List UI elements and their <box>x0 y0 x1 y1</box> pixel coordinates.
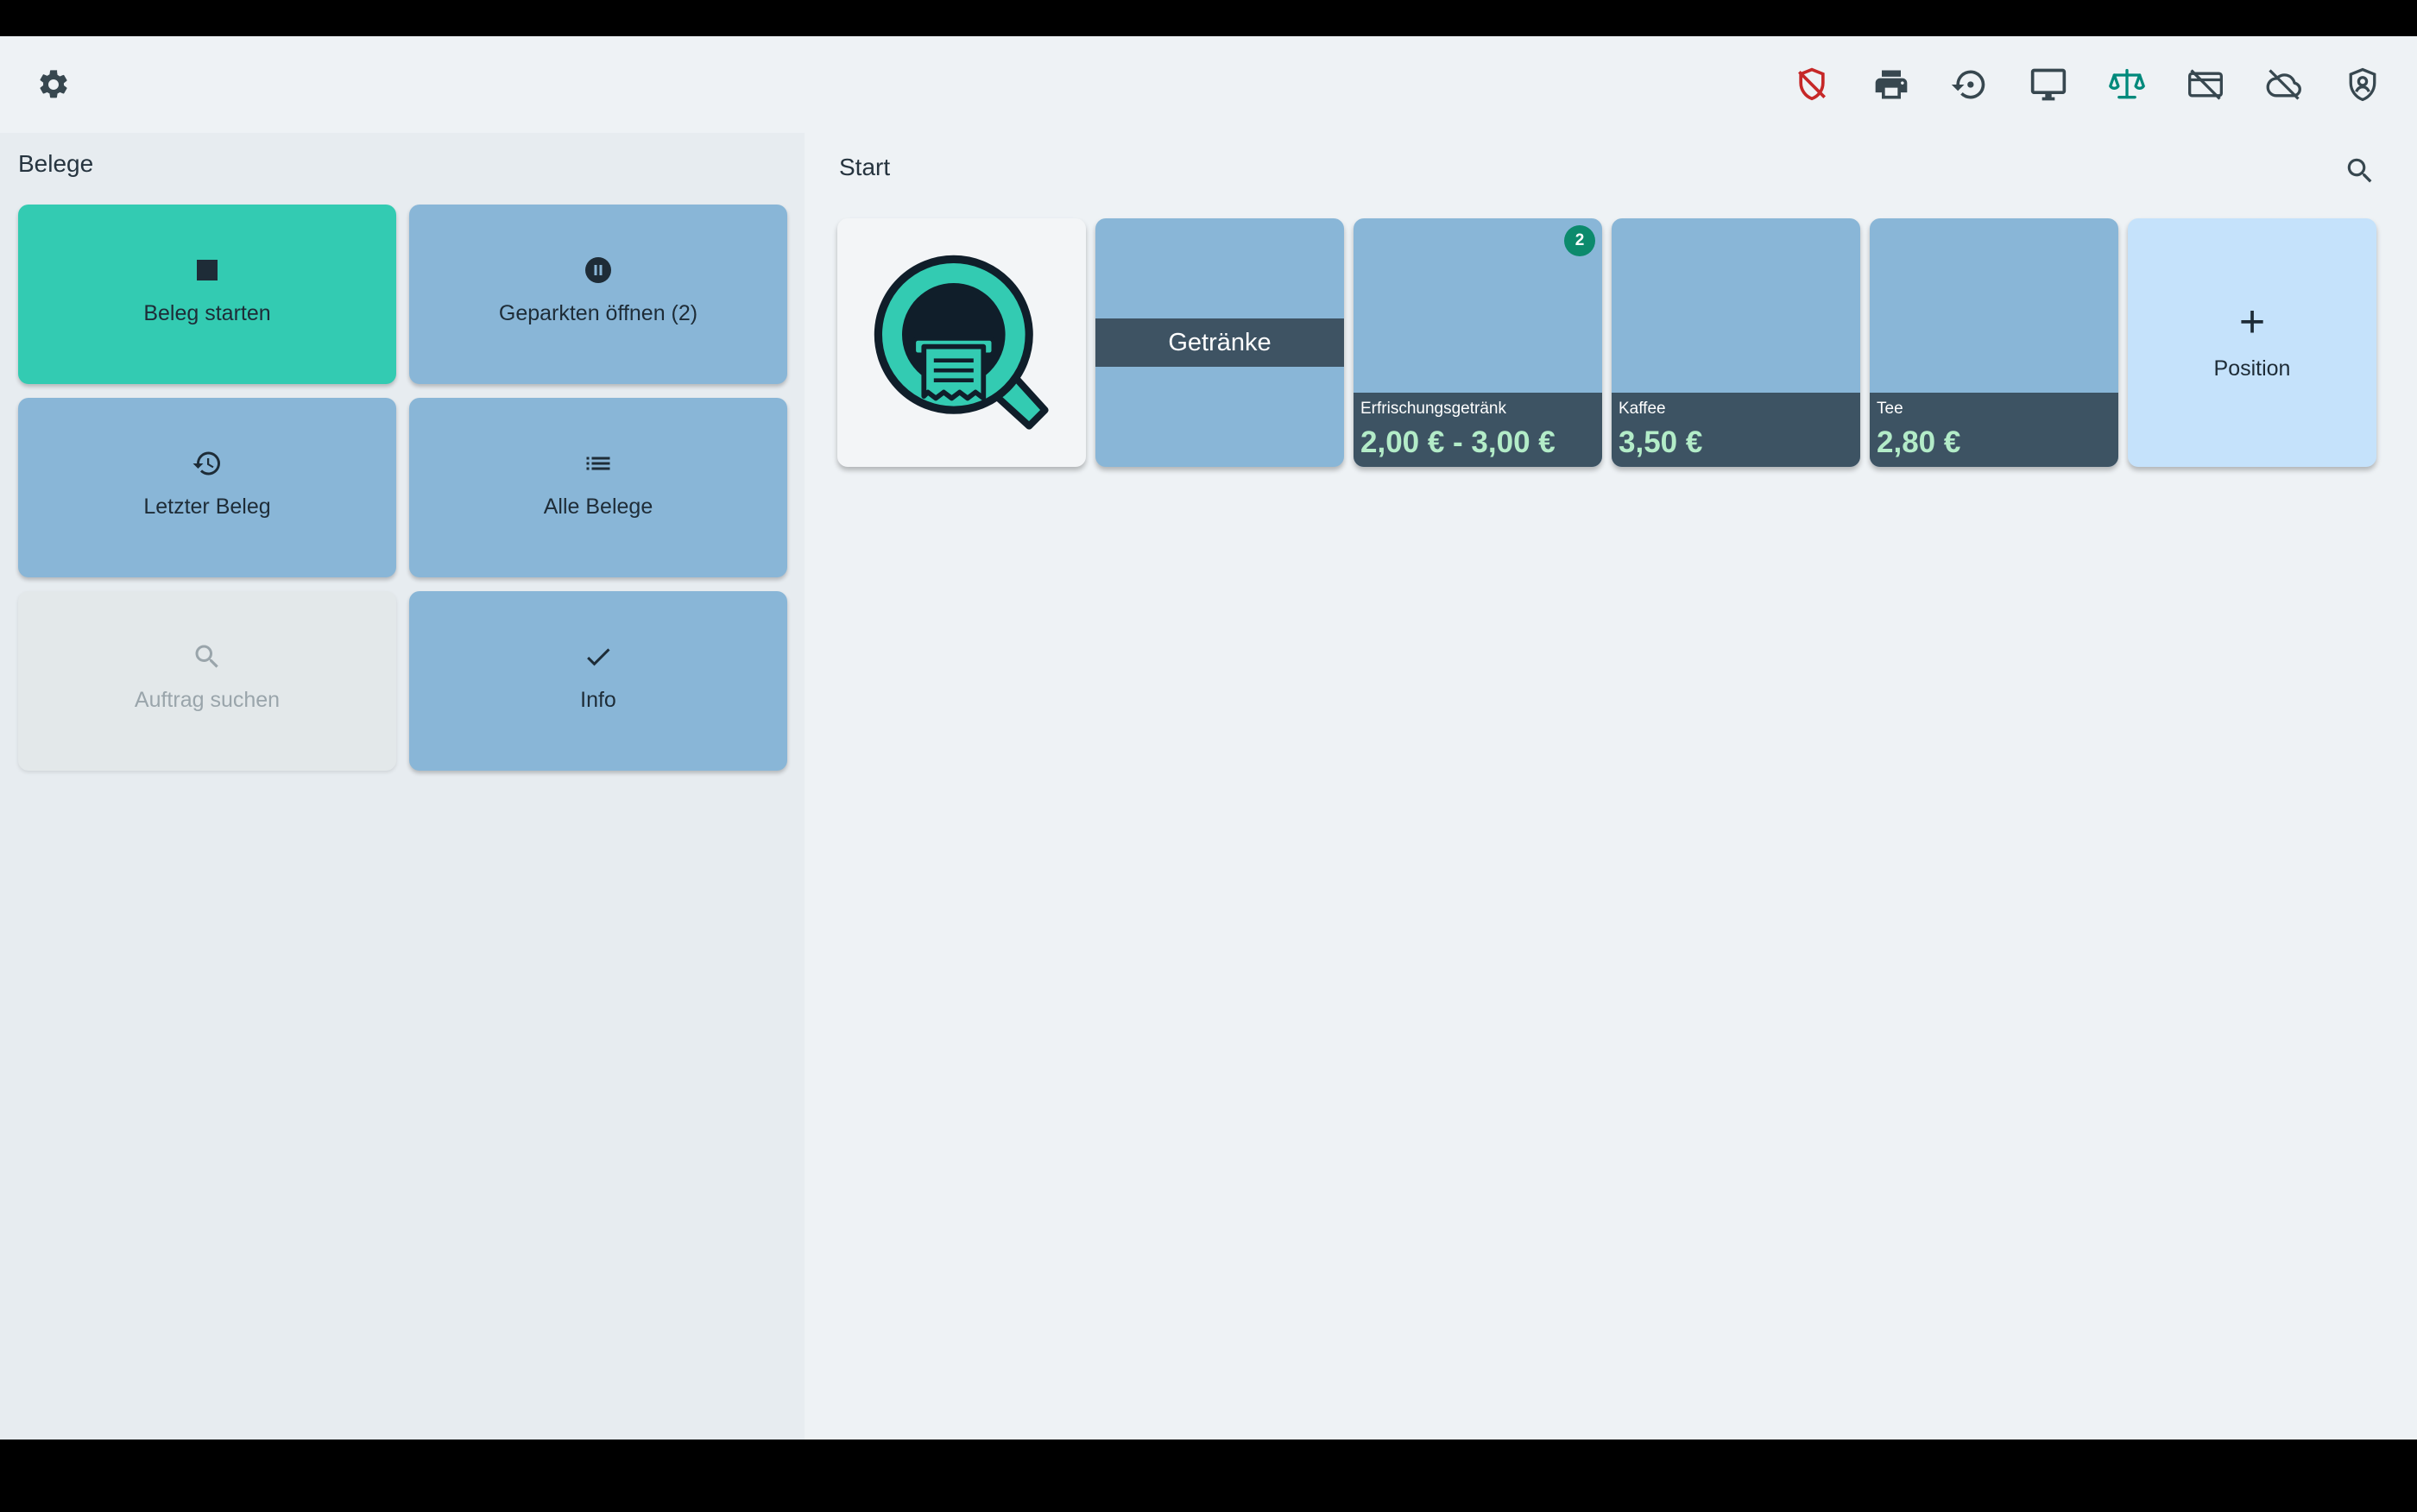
search-order-button[interactable]: Auftrag suchen <box>18 591 396 771</box>
pos-app: Belege Beleg starten Geparkten öffnen (2… <box>0 36 2417 1440</box>
stop-icon <box>190 253 224 287</box>
product-info: Tee 2,80 € <box>1870 393 2118 467</box>
product-info: Kaffee 3,50 € <box>1612 393 1860 467</box>
category-tile-getraenke[interactable]: Getränke <box>1095 218 1344 467</box>
all-receipts-button[interactable]: Alle Belege <box>409 398 787 577</box>
product-name: Erfrischungsgetränk <box>1360 400 1506 418</box>
settings-button[interactable] <box>35 66 73 104</box>
product-price: 2,80 € <box>1877 425 1961 459</box>
info-button[interactable]: Info <box>409 591 787 771</box>
app-logo-icon <box>874 255 1049 430</box>
display-button[interactable] <box>2026 62 2071 107</box>
product-price: 3,50 € <box>1619 425 1703 459</box>
admin-button[interactable] <box>2340 62 2385 107</box>
cloud-sync-button[interactable] <box>2262 62 2307 107</box>
tile-label: Alle Belege <box>543 495 653 519</box>
tile-label: Letzter Beleg <box>143 495 271 519</box>
admin-shield-icon <box>2349 67 2376 102</box>
variant-count-badge: 2 <box>1564 225 1595 256</box>
shield-off-icon <box>1798 67 1826 101</box>
card-terminal-button[interactable] <box>2183 62 2228 107</box>
product-search-button[interactable] <box>2341 152 2379 190</box>
start-receipt-button[interactable]: Beleg starten <box>18 205 396 384</box>
list-icon <box>581 446 615 481</box>
pause-circle-icon <box>581 253 615 287</box>
top-toolbar <box>0 36 2417 133</box>
check-icon <box>581 639 615 674</box>
monitor-icon <box>2030 68 2067 101</box>
breadcrumb: Start <box>839 154 891 180</box>
search-icon <box>190 639 224 674</box>
product-area: Start Getränke 2 Erfrischungsgetränk 2,0… <box>805 133 2417 1440</box>
product-name: Kaffee <box>1619 400 1666 418</box>
restore-icon <box>1951 70 1985 99</box>
cloud-off-icon <box>2266 69 2301 100</box>
receipts-panel: Belege Beleg starten Geparkten öffnen (2… <box>0 133 805 1440</box>
tile-label: Geparkten öffnen (2) <box>498 301 698 325</box>
tile-label: Beleg starten <box>143 301 271 325</box>
printer-button[interactable] <box>1869 62 1914 107</box>
scale-button[interactable] <box>2105 62 2149 107</box>
add-position-button[interactable]: + Position <box>2128 218 2376 467</box>
product-tile[interactable]: Tee 2,80 € <box>1870 218 2118 467</box>
product-name: Tee <box>1877 400 1903 418</box>
product-tile[interactable]: 2 Erfrischungsgetränk 2,00 € - 3,00 € <box>1354 218 1602 467</box>
tile-label: Auftrag suchen <box>134 688 281 712</box>
history-icon <box>190 446 224 481</box>
settings-icon <box>40 70 67 98</box>
print-icon <box>1875 70 1908 99</box>
search-icon <box>2347 158 2372 183</box>
payment-off-icon <box>2188 69 2223 100</box>
logo-tile <box>837 218 1086 467</box>
tse-status-button[interactable] <box>1789 62 1834 107</box>
add-position-label: Position <box>2213 356 2291 381</box>
plus-icon: + <box>2238 296 2266 347</box>
scale-icon <box>2109 68 2145 99</box>
last-receipt-button[interactable]: Letzter Beleg <box>18 398 396 577</box>
history-button[interactable] <box>1947 62 1991 107</box>
product-tile[interactable]: Kaffee 3,50 € <box>1612 218 1860 467</box>
category-label: Getränke <box>1095 318 1344 367</box>
tile-label: Info <box>580 688 616 712</box>
product-price: 2,00 € - 3,00 € <box>1360 425 1556 459</box>
product-info: Erfrischungsgetränk 2,00 € - 3,00 € <box>1354 393 1602 467</box>
panel-title: Belege <box>18 150 94 177</box>
open-parked-button[interactable]: Geparkten öffnen (2) <box>409 205 787 384</box>
